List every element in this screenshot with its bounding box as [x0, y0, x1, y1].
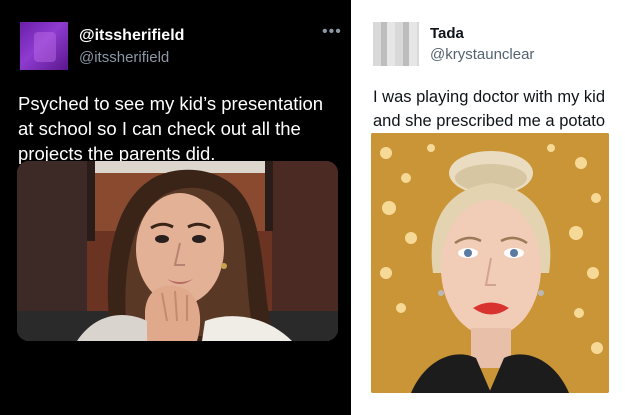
- left-tweet-photo[interactable]: [17, 161, 338, 341]
- right-avatar[interactable]: [373, 22, 419, 66]
- right-tweet-text: I was playing doctor with my kid and she…: [373, 88, 606, 130]
- photo-woman-blonde-updo-icon: [371, 133, 609, 393]
- more-options-icon[interactable]: •••: [322, 24, 342, 40]
- right-tweet-photo[interactable]: [371, 133, 609, 393]
- left-tweet-text: Psyched to see my kid’s presentation at …: [18, 93, 324, 164]
- left-tweet-card: @itssherifield @itssherifield ••• Psyche…: [0, 0, 351, 415]
- left-display-name[interactable]: @itssherifield: [79, 27, 184, 45]
- right-tweet-card: Tada @krystaunclear I was playing doctor…: [354, 0, 625, 415]
- right-display-name[interactable]: Tada: [430, 25, 464, 42]
- right-handle[interactable]: @krystaunclear: [430, 46, 534, 63]
- left-handle[interactable]: @itssherifield: [79, 49, 169, 66]
- left-avatar[interactable]: [20, 22, 68, 70]
- photo-woman-chin-on-hand-icon: [17, 161, 338, 341]
